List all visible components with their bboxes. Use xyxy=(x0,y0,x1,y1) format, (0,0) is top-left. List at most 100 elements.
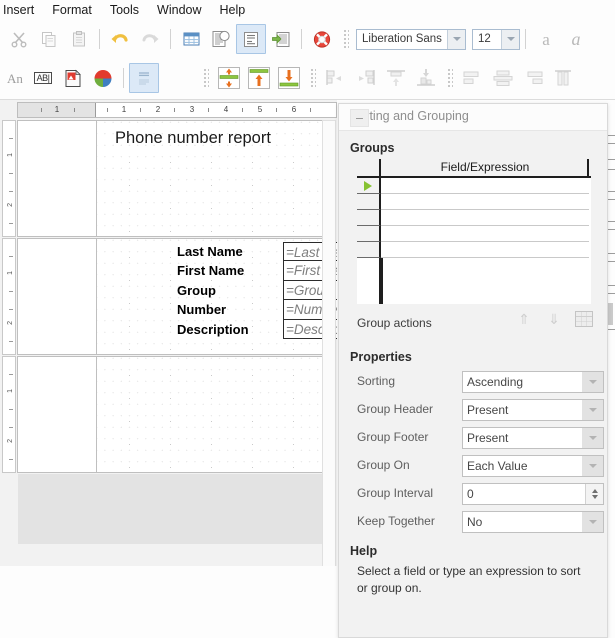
grid-cell-field-expression[interactable] xyxy=(381,194,589,210)
align-top-button[interactable] xyxy=(381,63,411,93)
delete-group-icon[interactable] xyxy=(575,310,593,328)
same-height-button[interactable] xyxy=(488,63,518,93)
document-vertical-scrollbar[interactable] xyxy=(322,120,336,566)
group-header-select[interactable]: Present xyxy=(462,399,604,421)
move-up-icon[interactable]: ⇑ xyxy=(515,310,533,328)
close-icon[interactable]: – xyxy=(350,109,369,127)
chevron-down-icon[interactable] xyxy=(582,400,603,420)
menu-tools[interactable]: Tools xyxy=(101,0,148,21)
section-up-button[interactable] xyxy=(244,63,274,93)
grid-cell-field-expression[interactable] xyxy=(381,210,589,226)
grid-row[interactable] xyxy=(357,178,591,194)
chevron-down-icon[interactable] xyxy=(447,29,465,49)
toolbar-grip[interactable] xyxy=(342,28,349,50)
move-down-icon[interactable]: ⇓ xyxy=(545,310,563,328)
chart-button[interactable] xyxy=(88,63,118,93)
menu-insert[interactable]: Insert xyxy=(0,0,43,21)
report-footer-section[interactable] xyxy=(17,356,323,473)
chevron-down-icon[interactable] xyxy=(582,372,603,392)
sorting-and-grouping-dialog[interactable]: ◀ Sorting and Grouping – Groups Field/Ex… xyxy=(338,103,608,638)
text-box-button[interactable]: AB| xyxy=(28,63,58,93)
cut-button[interactable] xyxy=(4,24,34,54)
grid-row[interactable] xyxy=(357,210,591,226)
grid-row-header[interactable] xyxy=(357,210,381,226)
report-header-section[interactable]: Phone number report xyxy=(17,120,323,237)
horizontal-ruler[interactable]: 1 1 2 3 4 5 6 xyxy=(17,102,337,118)
same-width-button[interactable] xyxy=(458,63,488,93)
dialog-title-bar[interactable]: ◀ Sorting and Grouping – xyxy=(339,104,607,131)
groups-grid[interactable]: Field/Expression xyxy=(357,159,591,304)
vertical-ruler-section-1[interactable]: 1 2 xyxy=(2,120,16,237)
undo-button[interactable] xyxy=(105,24,135,54)
font-name-combo[interactable]: Liberation Sans xyxy=(356,28,466,50)
grid-row-header[interactable] xyxy=(357,194,381,210)
section-canvas[interactable] xyxy=(97,357,322,472)
spinner-up-icon[interactable] xyxy=(591,489,598,493)
section-down-button[interactable] xyxy=(274,63,304,93)
menu-help[interactable]: Help xyxy=(211,0,255,21)
grid-row-header[interactable] xyxy=(357,178,381,194)
character-highlight-button[interactable]: a xyxy=(531,24,561,54)
grid-row-header[interactable] xyxy=(357,242,381,258)
group-interval-stepper[interactable]: 0 xyxy=(462,483,604,505)
grid-row-header[interactable] xyxy=(357,226,381,242)
chevron-down-icon[interactable] xyxy=(582,512,603,532)
label-group[interactable]: Group xyxy=(177,281,287,300)
group-interval-value[interactable]: 0 xyxy=(463,487,474,501)
menu-format[interactable]: Format xyxy=(43,0,101,21)
grid-empty-area[interactable] xyxy=(381,258,589,304)
toolbar-grip[interactable] xyxy=(202,67,209,89)
sorting-select[interactable]: Ascending xyxy=(462,371,604,393)
spinner-buttons[interactable] xyxy=(585,484,603,504)
image-control-button[interactable] xyxy=(58,63,88,93)
grid-cell-field-expression[interactable] xyxy=(381,242,589,258)
toolbar-grip[interactable] xyxy=(446,67,453,89)
copy-button[interactable] xyxy=(34,24,64,54)
vertical-ruler-section-2[interactable]: 1 2 xyxy=(2,238,16,355)
execute-report-button[interactable] xyxy=(236,24,266,54)
page-header-footer-button[interactable] xyxy=(214,63,244,93)
report-header-footer-button[interactable] xyxy=(129,63,159,93)
report-navigator-button[interactable] xyxy=(206,24,236,54)
report-title-label[interactable]: Phone number report xyxy=(115,129,271,148)
chevron-down-icon[interactable] xyxy=(582,428,603,448)
group-footer-select[interactable]: Present xyxy=(462,427,604,449)
align-bottom-button[interactable] xyxy=(411,63,441,93)
toolbar-grip[interactable] xyxy=(309,67,316,89)
font-size-combo[interactable]: 12 xyxy=(472,28,520,50)
grid-cell-field-expression[interactable] xyxy=(381,178,589,194)
redo-button[interactable] xyxy=(135,24,165,54)
label-last-name[interactable]: Last Name xyxy=(177,242,287,261)
help-button[interactable] xyxy=(307,24,337,54)
label-description[interactable]: Description xyxy=(177,320,287,339)
grid-row[interactable] xyxy=(357,194,591,210)
group-on-select[interactable]: Each Value xyxy=(462,455,604,477)
grid-row[interactable] xyxy=(357,242,591,258)
paste-button[interactable] xyxy=(64,24,94,54)
section-gutter[interactable] xyxy=(18,239,97,354)
chevron-down-icon[interactable] xyxy=(582,456,603,476)
fit-width-button[interactable] xyxy=(518,63,548,93)
section-gutter[interactable] xyxy=(18,357,97,472)
add-field-button[interactable] xyxy=(266,24,296,54)
fit-height-button[interactable] xyxy=(548,63,578,93)
vruler-num: 2 xyxy=(7,439,14,443)
label-first-name[interactable]: First Name xyxy=(177,261,287,280)
label-field-button[interactable]: An xyxy=(2,63,28,93)
detail-section[interactable]: Last Name First Name Group Number Descri… xyxy=(17,238,337,355)
label-number[interactable]: Number xyxy=(177,300,287,319)
spinner-down-icon[interactable] xyxy=(591,495,598,499)
align-right-button[interactable] xyxy=(351,63,381,93)
section-canvas[interactable]: Phone number report xyxy=(97,121,322,236)
italic-character-button[interactable]: a xyxy=(561,24,591,54)
section-canvas[interactable]: Last Name First Name Group Number Descri… xyxy=(97,239,337,354)
section-gutter[interactable] xyxy=(18,121,97,236)
grid-cell-field-expression[interactable] xyxy=(381,226,589,242)
align-left-button[interactable] xyxy=(321,63,351,93)
add-table-button[interactable] xyxy=(176,24,206,54)
menu-window[interactable]: Window xyxy=(148,0,210,21)
vertical-ruler-section-3[interactable]: 1 2 xyxy=(2,356,16,473)
keep-together-select[interactable]: No xyxy=(462,511,604,533)
grid-row[interactable] xyxy=(357,226,591,242)
chevron-down-icon[interactable] xyxy=(501,29,519,49)
